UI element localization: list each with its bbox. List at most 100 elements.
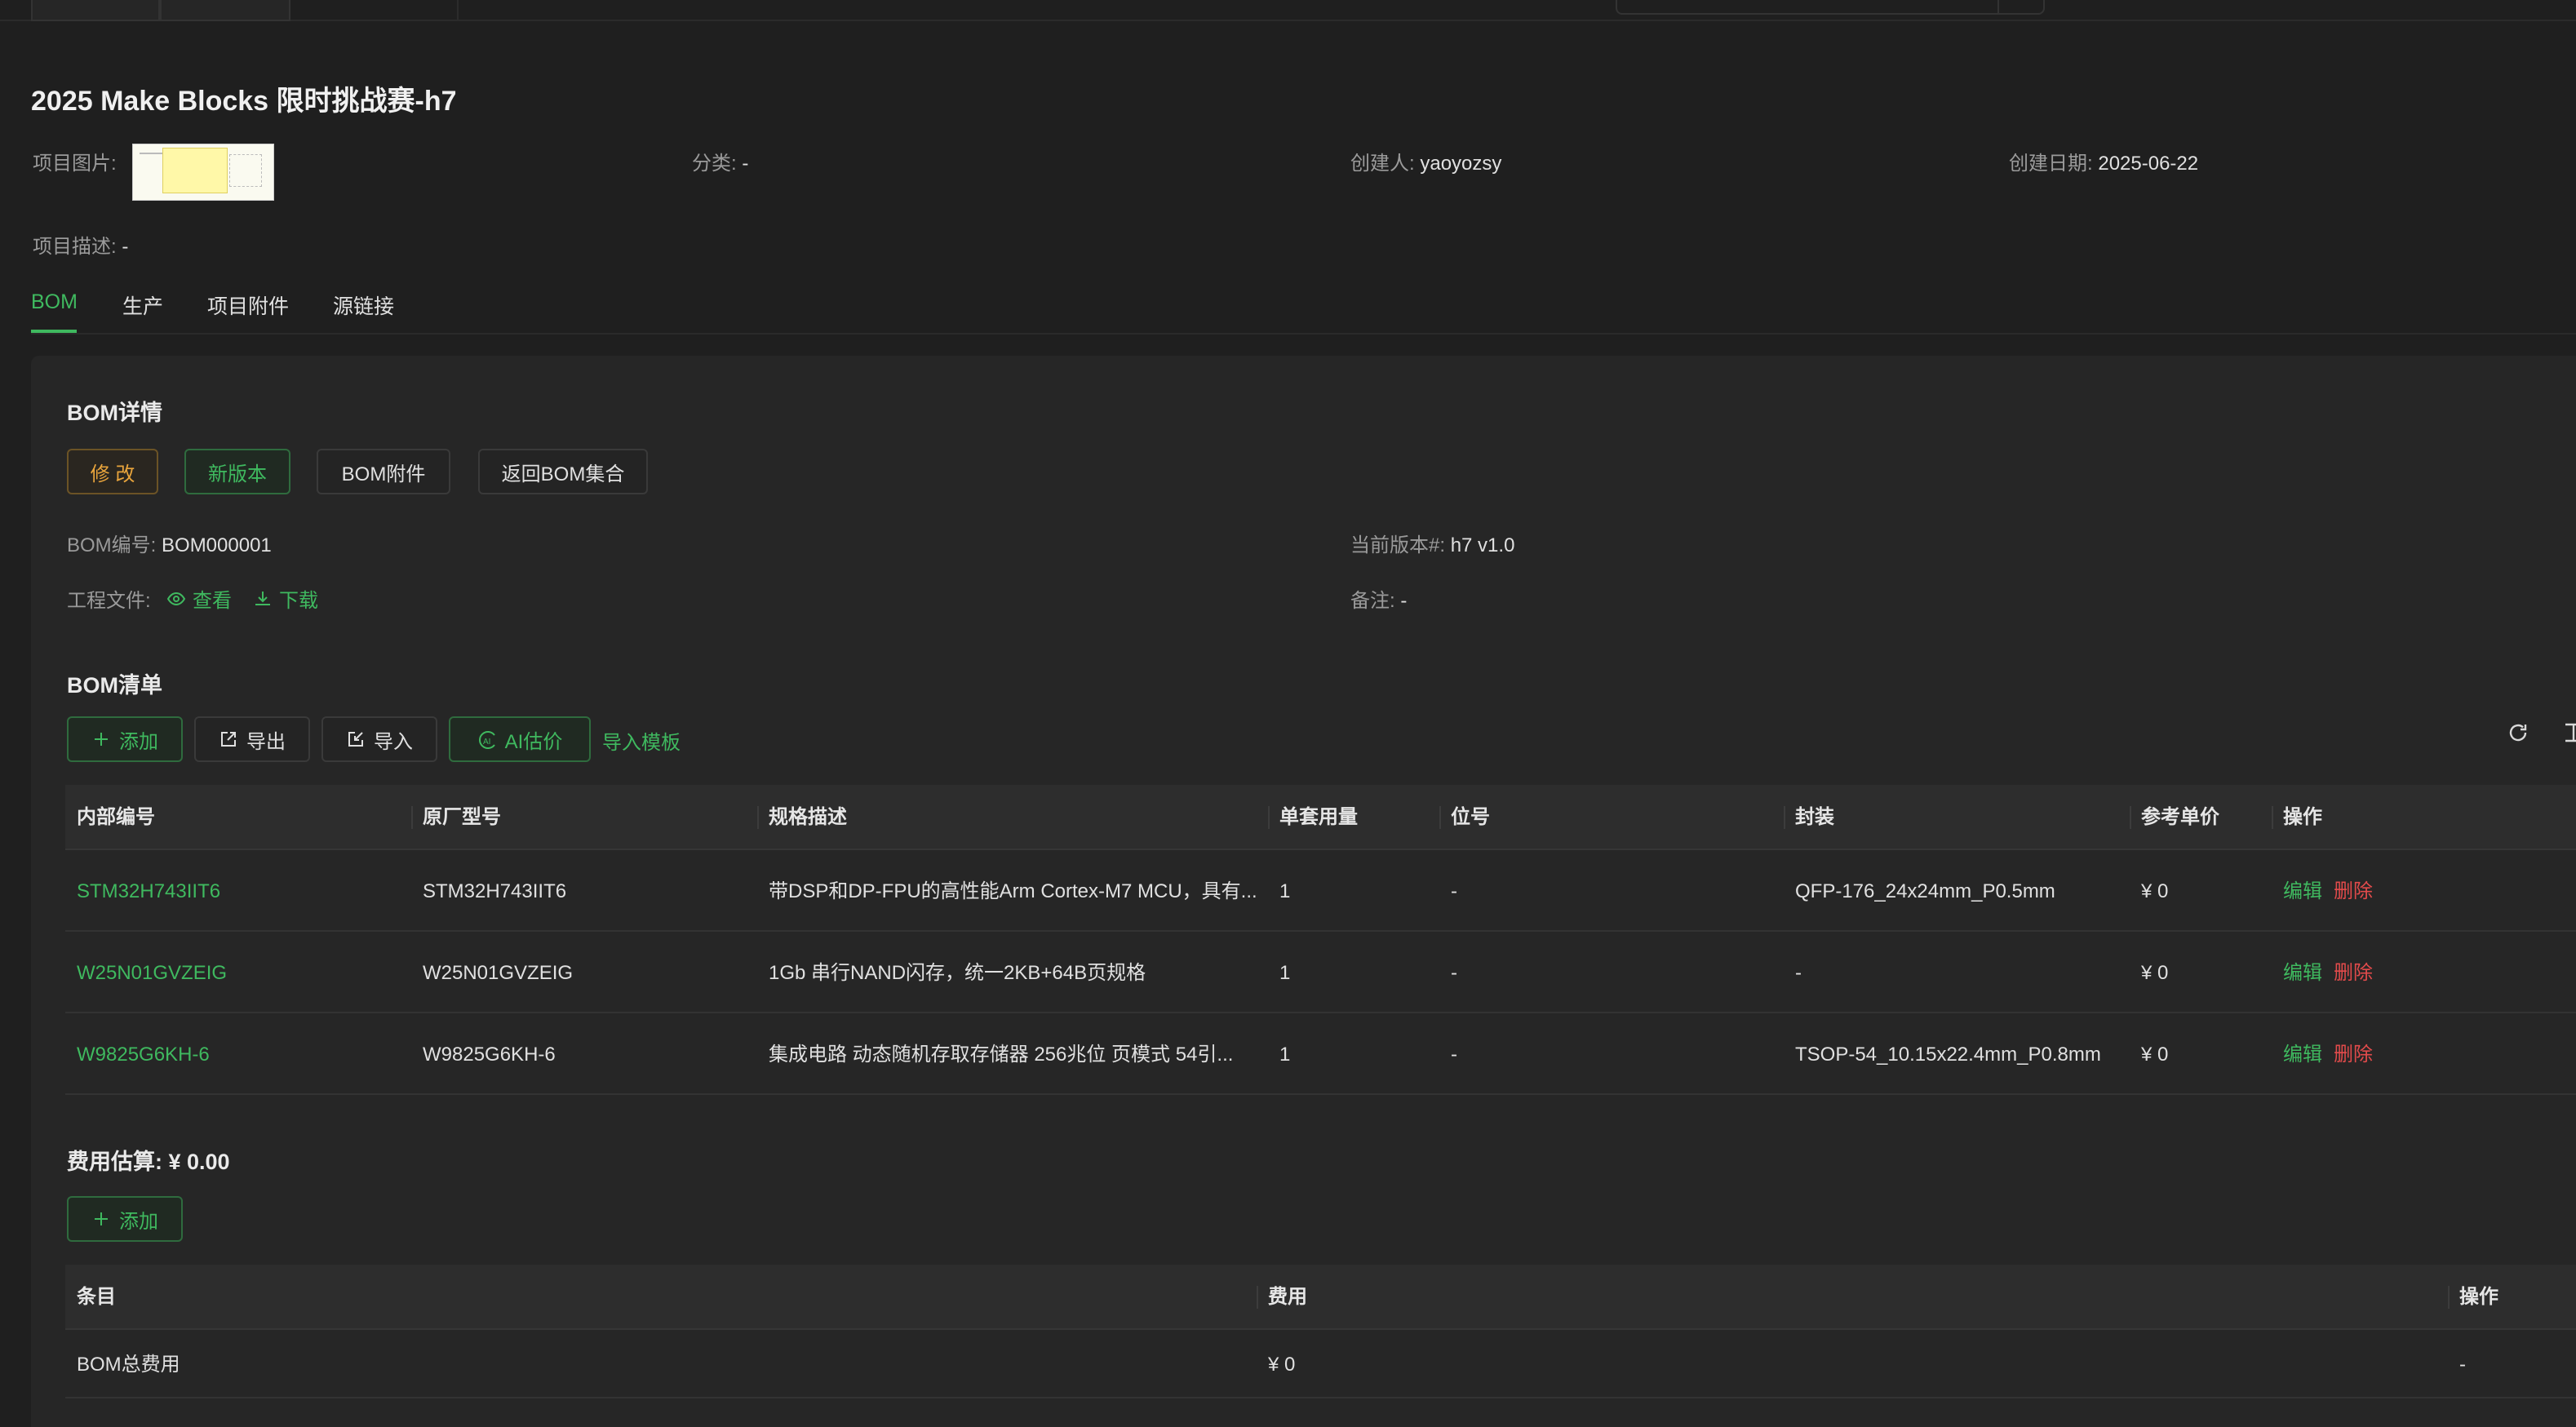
edit-bom-label: 修 改 (90, 463, 135, 485)
edit-bom-button[interactable]: 修 改 (67, 449, 158, 494)
col-actions-label: 操作 (2283, 806, 2322, 828)
price-cell: ¥ 0 (2141, 962, 2169, 984)
refresh-icon[interactable] (2507, 721, 2529, 744)
export-label: 导出 (246, 730, 286, 753)
description-value: - (122, 236, 129, 258)
col-ref-label: 位号 (1451, 806, 1490, 828)
import-template-link[interactable]: 导入模板 (602, 726, 681, 755)
cost-fee-cell: ¥ 0 (1268, 1354, 1296, 1376)
actions-cell: 编辑 删除 (2272, 852, 2576, 932)
tab-attachments[interactable]: 项目附件 (207, 290, 289, 320)
bom-table: 内部编号 原厂型号 规格描述 单套用量 位号 封装 参考单价 操作 STM32H… (65, 785, 2576, 1095)
table-row: W25N01GVZEIG W25N01GVZEIG 1Gb 串行NAND闪存，统… (65, 933, 2576, 1013)
col-spec: 规格描述 (757, 785, 1268, 850)
creator-label: 创建人: (1350, 153, 1415, 175)
internal-no-link[interactable]: W9825G6KH-6 (65, 1015, 411, 1095)
qty-cell: 1 (1279, 962, 1291, 984)
bom-details-heading: BOM详情 (67, 401, 162, 425)
bom-number-value: BOM000001 (162, 534, 272, 556)
col-unit-price-label: 参考单价 (2141, 806, 2219, 828)
download-file-link[interactable]: 下载 (253, 584, 318, 613)
download-icon (253, 589, 273, 609)
internal-no-link[interactable]: W25N01GVZEIG (65, 933, 411, 1013)
col-qty: 单套用量 (1268, 785, 1439, 850)
svg-text:AI: AI (483, 738, 490, 747)
col-package: 封装 (1784, 785, 2130, 850)
bom-list-heading: BOM清单 (67, 673, 162, 698)
project-thumbnail[interactable] (132, 144, 274, 201)
col-item: 条目 (77, 1286, 116, 1308)
category-field: 分类: - (692, 147, 748, 175)
bom-attachments-label: BOM附件 (341, 463, 426, 485)
internal-no-link[interactable]: STM32H743IIT6 (65, 852, 411, 932)
tab-production[interactable]: 生产 (122, 290, 163, 320)
current-version-value: h7 v1.0 (1450, 534, 1515, 556)
qty-cell: 1 (1279, 1044, 1291, 1066)
table-row: STM32H743IIT6 STM32H743IIT6 带DSP和DP-FPU的… (65, 852, 2576, 932)
edit-row-link[interactable]: 编辑 (2283, 1044, 2322, 1066)
add-cost-button[interactable]: 添加 (67, 1196, 183, 1242)
col-spec-label: 规格描述 (769, 806, 847, 828)
add-item-label: 添加 (119, 730, 158, 753)
top-divider (457, 0, 459, 20)
qty-cell: 1 (1279, 880, 1291, 902)
top-search-stub[interactable] (1616, 0, 2045, 15)
col-package-label: 封装 (1795, 806, 1834, 828)
remark-label: 备注: (1350, 590, 1395, 612)
edit-row-link[interactable]: 编辑 (2283, 880, 2322, 902)
tab-bom[interactable]: BOM (31, 290, 78, 314)
active-tab-indicator (31, 330, 77, 333)
current-version-label: 当前版本#: (1350, 534, 1446, 556)
column-height-icon[interactable] (2562, 721, 2576, 744)
cost-table: 条目 费用 操作 BOM总费用 ¥ 0 - (65, 1265, 2576, 1411)
col-ref: 位号 (1439, 785, 1784, 850)
import-icon (346, 729, 366, 749)
tab-source-link[interactable]: 源链接 (333, 290, 394, 320)
import-button[interactable]: 导入 (321, 716, 437, 762)
export-button[interactable]: 导出 (194, 716, 310, 762)
bom-attachments-button[interactable]: BOM附件 (317, 449, 450, 494)
description-field: 项目描述: - (33, 230, 128, 259)
package-cell: QFP-176_24x24mm_P0.5mm (1795, 880, 2055, 902)
category-label: 分类: (692, 153, 737, 175)
new-version-button[interactable]: 新版本 (184, 449, 290, 494)
top-tab-stub[interactable] (160, 0, 290, 21)
bom-number-label: BOM编号: (67, 534, 157, 556)
price-cell: ¥ 0 (2141, 880, 2169, 902)
delete-row-link[interactable]: 删除 (2334, 962, 2373, 984)
project-tabs: BOM 生产 项目附件 源链接 (31, 286, 2576, 335)
ai-estimate-button[interactable]: AI AI估价 (449, 716, 591, 762)
create-date-field: 创建日期: 2025-06-22 (2009, 147, 2198, 175)
plus-icon (91, 729, 111, 749)
remark-value: - (1400, 590, 1408, 612)
bom-number-field: BOM编号: BOM000001 (67, 529, 272, 557)
creator-value: yaoyozsy (1420, 153, 1502, 175)
edit-row-link[interactable]: 编辑 (2283, 962, 2322, 984)
top-bar (0, 0, 2576, 21)
cost-table-header: 条目 费用 操作 (65, 1265, 2576, 1330)
cost-item-cell: BOM总费用 (77, 1354, 180, 1376)
bom-panel: BOM详情 修 改 新版本 BOM附件 返回BOM集合 BOM编号: BOM00… (31, 356, 2576, 1427)
new-version-label: 新版本 (208, 463, 267, 485)
ref-cell: - (1451, 962, 1457, 984)
actions-cell: 编辑 删除 (2272, 1015, 2576, 1095)
ref-cell: - (1451, 1044, 1457, 1066)
description-label: 项目描述: (33, 236, 117, 258)
cost-estimate-heading: 费用估算: ¥ 0.00 (67, 1150, 230, 1174)
back-to-bom-set-button[interactable]: 返回BOM集合 (478, 449, 648, 494)
col-fee-label: 费用 (1268, 1286, 1307, 1308)
ai-estimate-label: AI估价 (504, 730, 563, 753)
col-cost-actions-label: 操作 (2459, 1286, 2498, 1308)
creator-field: 创建人: yaoyozsy (1350, 147, 1501, 175)
col-unit-price: 参考单价 (2130, 785, 2272, 850)
table-row: BOM总费用 ¥ 0 - (65, 1332, 2576, 1398)
cost-action-cell: - (2459, 1354, 2466, 1376)
delete-row-link[interactable]: 删除 (2334, 1044, 2373, 1066)
top-tab-stub[interactable] (31, 0, 160, 21)
view-file-label: 查看 (193, 590, 232, 612)
view-file-link[interactable]: 查看 (166, 584, 232, 613)
mpn-cell: W25N01GVZEIG (423, 962, 574, 984)
table-tools (2507, 721, 2576, 744)
delete-row-link[interactable]: 删除 (2334, 880, 2373, 902)
add-item-button[interactable]: 添加 (67, 716, 183, 762)
